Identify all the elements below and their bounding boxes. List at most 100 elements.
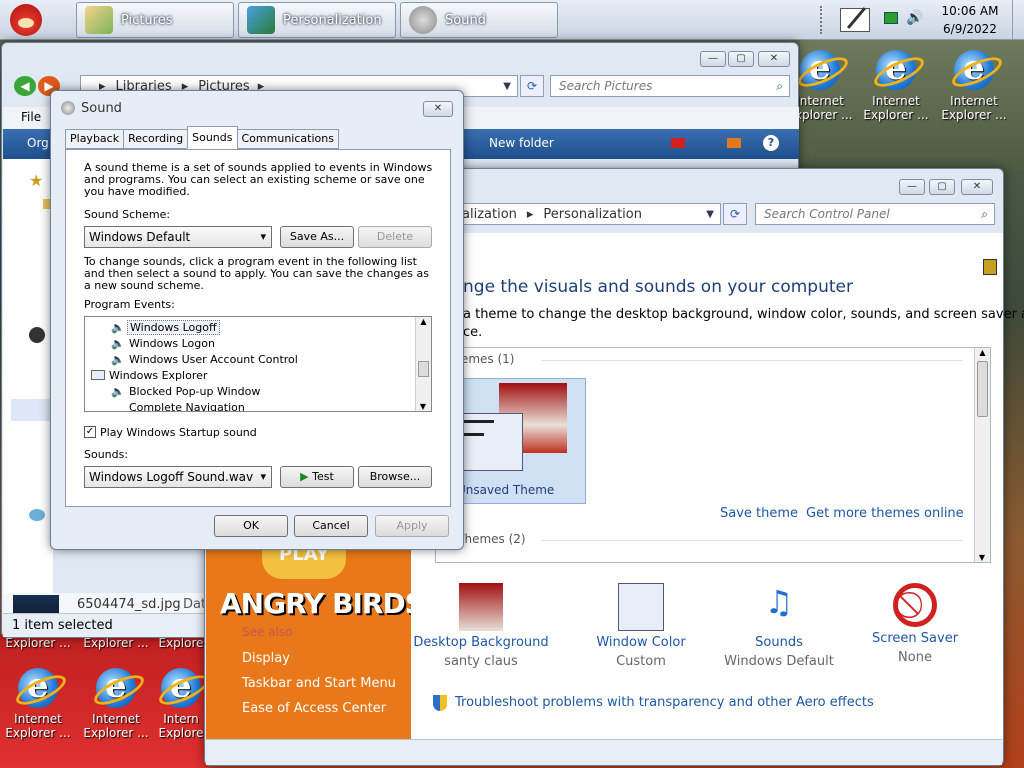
setting-screen-saver[interactable]: ⃠ Screen Saver None [845, 579, 985, 665]
troubleshoot-link[interactable]: Troubleshoot problems with transparency … [455, 695, 874, 710]
tab-playback[interactable]: Playback [65, 129, 125, 149]
test-button[interactable]: ▶ Test [280, 466, 354, 488]
desktop-icon-ie-2[interactable]: InternetExplorer ... [858, 48, 934, 122]
search-pictures-input[interactable]: Search Pictures ⌕ [550, 75, 790, 97]
taskbar-button-pictures[interactable]: Pictures [76, 2, 234, 38]
close-button[interactable]: ✕ [758, 51, 790, 67]
setting-sounds[interactable]: ♫ Sounds Windows Default [709, 579, 849, 669]
get-more-themes-link[interactable]: Get more themes online [806, 506, 964, 521]
search-control-panel-input[interactable]: Search Control Panel ⌕ [755, 203, 995, 225]
network-icon[interactable] [884, 12, 898, 24]
taskbar-button-personalization[interactable]: Personalization [238, 2, 396, 38]
event-row[interactable]: 🔈 Windows User Account Control [85, 351, 415, 367]
favorites-star-icon[interactable]: ★ [29, 171, 43, 190]
window-icon [91, 370, 105, 380]
sound-dialog-icon [61, 101, 75, 115]
sidebar-link-ease-of-access[interactable]: Ease of Access Center [242, 701, 386, 716]
refresh-icon[interactable]: ⟳ [520, 75, 544, 97]
sound-file-select[interactable]: Windows Logoff Sound.wav [84, 466, 272, 488]
close-button[interactable]: ✕ [961, 179, 993, 195]
browse-button[interactable]: Browse... [358, 466, 432, 488]
scroll-thumb[interactable] [418, 361, 429, 377]
help-icon[interactable]: ? [763, 135, 779, 151]
back-button[interactable]: ◀ [14, 76, 36, 96]
program-events-list[interactable]: 🔈 Windows Logoff 🔈 Windows Logon 🔈 Windows … [84, 316, 432, 412]
scroll-down-arrow[interactable]: ▼ [975, 553, 989, 562]
instructions-text: To change sounds, click a program event … [84, 255, 429, 292]
tray-grip [820, 6, 826, 34]
tab-communications[interactable]: Communications [236, 129, 339, 149]
ok-button[interactable]: OK [214, 515, 288, 537]
refresh-icon[interactable]: ⟳ [723, 203, 747, 225]
page-heading: nge the visuals and sounds on your compu… [463, 277, 853, 297]
sidebar-link-taskbar[interactable]: Taskbar and Start Menu [242, 676, 396, 691]
menu-file[interactable]: File [21, 110, 41, 124]
unsaved-theme-label: Unsaved Theme [457, 483, 555, 497]
tab-recording[interactable]: Recording [123, 129, 189, 149]
nav-network-icon[interactable] [29, 509, 45, 521]
delete-button[interactable]: Delete [358, 226, 432, 248]
start-button[interactable] [4, 0, 48, 40]
sound-scheme-select[interactable]: Windows Default [84, 226, 272, 248]
scroll-up-arrow[interactable]: ▲ [975, 348, 990, 357]
scroll-down-arrow[interactable]: ▼ [416, 402, 430, 411]
show-desktop-button[interactable] [1012, 0, 1024, 40]
close-button[interactable]: ✕ [423, 101, 453, 117]
help-book-icon[interactable] [983, 259, 997, 275]
new-folder-button[interactable]: New folder [489, 136, 554, 150]
taskbar-button-sound[interactable]: Sound [400, 2, 558, 38]
maximize-button[interactable]: ▢ [728, 51, 754, 67]
shield-icon [433, 695, 447, 711]
organize-button[interactable]: Org [27, 136, 49, 150]
tab-sounds[interactable]: Sounds [187, 126, 238, 149]
nav-selected-item[interactable] [11, 399, 53, 421]
play-icon: ▶ [300, 470, 313, 483]
search-icon: ⌕ [776, 79, 783, 93]
address-dropdown-icon[interactable]: ▼ [503, 81, 511, 92]
preview-pane-icon[interactable] [727, 138, 741, 148]
event-row[interactable]: 🔈 Blocked Pop-up Window [85, 383, 415, 399]
save-theme-link[interactable]: Save theme [720, 506, 798, 521]
nav-globe-icon[interactable] [29, 327, 45, 343]
minimize-button[interactable]: — [700, 51, 726, 67]
navigation-pane: ★ [3, 159, 53, 593]
apply-button[interactable]: Apply [375, 515, 449, 537]
sidebar-link-display[interactable]: Display [242, 651, 290, 666]
startup-sound-checkbox[interactable]: ✓ [84, 426, 96, 438]
save-as-button[interactable]: Save As... [280, 226, 354, 248]
clock[interactable]: 10:06 AM 6/9/2022 [934, 2, 1006, 38]
setting-desktop-background[interactable]: Desktop Background santy claus [411, 579, 551, 669]
startup-sound-label[interactable]: Play Windows Startup sound [100, 426, 257, 439]
setting-window-color[interactable]: Window Color Custom [571, 579, 711, 669]
event-row[interactable]: 🔈 Windows Logoff [85, 319, 415, 335]
see-also-label: See also [242, 625, 293, 639]
maximize-button[interactable]: ▢ [929, 179, 955, 195]
taskbar-button-label: Sound [445, 12, 486, 28]
pictures-library-icon [85, 6, 113, 34]
desktop-icon-ie-bottom-3[interactable]: InternExplore [156, 668, 206, 740]
desktop-icon-ie-3[interactable]: InternetExplorer ... [936, 48, 1012, 122]
themes-scrollbar[interactable]: ▲ ▼ [974, 348, 990, 562]
taskbar-button-label: Pictures [121, 12, 173, 28]
scroll-thumb[interactable] [977, 361, 988, 417]
control-panel-address-bar[interactable]: alization ▸ Personalization ▼ [455, 203, 721, 225]
cancel-button[interactable]: Cancel [294, 515, 368, 537]
scroll-up-arrow[interactable]: ▲ [416, 317, 431, 326]
address-dropdown-icon[interactable]: ▼ [706, 209, 714, 220]
desktop-icon-ie-bottom-1[interactable]: InternetExplorer ... [0, 666, 76, 740]
event-row[interactable]: 🔈 Windows Logon [85, 335, 415, 351]
minimize-button[interactable]: — [899, 179, 925, 195]
events-scrollbar[interactable]: ▲ ▼ [415, 317, 431, 411]
event-row[interactable]: Complete Navigation [85, 399, 415, 411]
content-area: nge the visuals and sounds on your compu… [411, 233, 1024, 739]
view-options-icon[interactable] [671, 138, 685, 148]
breadcrumb-personalization[interactable]: Personalization [543, 207, 642, 222]
desktop-icon-ie-bottom-2[interactable]: InternetExplorer ... [78, 666, 154, 740]
breadcrumb-appearance[interactable]: alization [462, 207, 517, 222]
clock-time: 10:06 AM [941, 4, 999, 18]
speaker-icon: 🔈 [111, 385, 125, 398]
event-row[interactable]: Windows Explorer [85, 367, 415, 383]
my-themes-divider [542, 360, 962, 361]
tablet-pen-icon[interactable] [840, 7, 870, 32]
volume-icon[interactable]: 🔊 [906, 10, 923, 26]
